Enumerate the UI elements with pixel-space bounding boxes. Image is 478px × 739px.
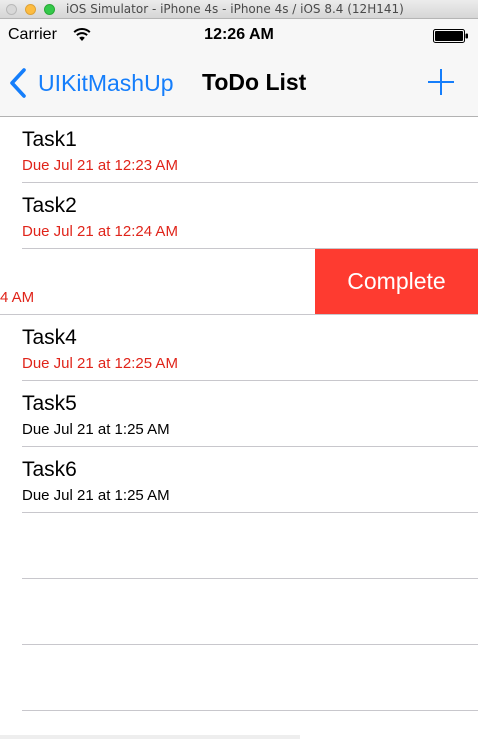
row-separator: [22, 710, 478, 711]
empty-row: [0, 513, 478, 579]
chevron-left-icon: [10, 68, 26, 98]
navigation-bar: UIKitMashUp ToDo List: [0, 53, 478, 117]
complete-button[interactable]: Complete: [315, 249, 478, 314]
task-table: Task1 Due Jul 21 at 12:23 AM Task2 Due J…: [0, 117, 478, 711]
battery-icon: [433, 29, 468, 43]
window-title: iOS Simulator - iPhone 4s - iPhone 4s / …: [66, 2, 404, 16]
empty-row: [0, 579, 478, 645]
task-due-date: Due Jul 21 at 1:25 AM: [22, 487, 170, 504]
window-minimize-button[interactable]: [25, 4, 36, 15]
task-due-date: Due Jul 21 at 12:23 AM: [22, 157, 178, 174]
task-due-date: Due Jul 21 at 12:25 AM: [22, 355, 178, 372]
task-row-swiped[interactable]: 4 AM Complete: [0, 249, 478, 315]
simulator-bottom-edge: [0, 735, 300, 739]
task-row[interactable]: Task2 Due Jul 21 at 12:24 AM: [0, 183, 478, 249]
task-title: Task2: [22, 194, 77, 217]
task-due-date: 4 AM: [0, 289, 35, 306]
back-button-label: UIKitMashUp: [38, 69, 174, 96]
task-title: Task6: [22, 458, 77, 481]
task-row[interactable]: Task5 Due Jul 21 at 1:25 AM: [0, 381, 478, 447]
task-row[interactable]: Task1 Due Jul 21 at 12:23 AM: [0, 117, 478, 183]
empty-row: [0, 645, 478, 711]
task-title: Task1: [22, 128, 77, 151]
plus-icon[interactable]: [426, 67, 456, 97]
task-row[interactable]: Task4 Due Jul 21 at 12:25 AM: [0, 315, 478, 381]
status-bar: Carrier 12:26 AM: [0, 19, 478, 53]
task-due-date: Due Jul 21 at 1:25 AM: [22, 421, 170, 438]
task-row[interactable]: Task6 Due Jul 21 at 1:25 AM: [0, 447, 478, 513]
task-title: Task5: [22, 392, 77, 415]
page-title: ToDo List: [202, 69, 307, 95]
task-due-date: Due Jul 21 at 12:24 AM: [22, 223, 178, 240]
simulator-title-bar: iOS Simulator - iPhone 4s - iPhone 4s / …: [0, 0, 478, 19]
window-zoom-button[interactable]: [44, 4, 55, 15]
status-time: 12:26 AM: [204, 26, 274, 43]
back-button[interactable]: UIKitMashUp: [8, 66, 173, 100]
window-close-button[interactable]: [6, 4, 17, 15]
task-title: Task4: [22, 326, 77, 349]
